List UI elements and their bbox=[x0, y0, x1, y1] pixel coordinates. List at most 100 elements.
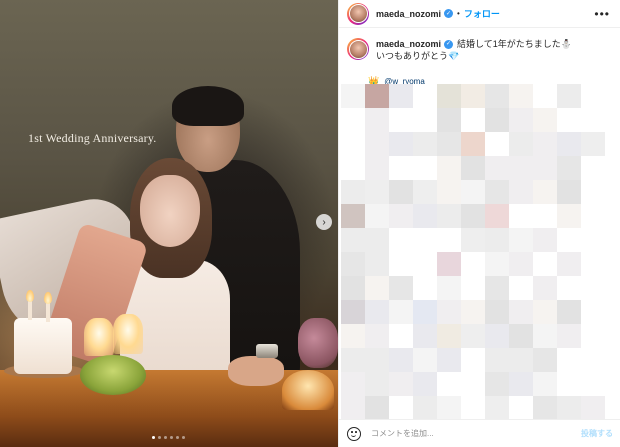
blurred-comment-tile bbox=[461, 300, 485, 324]
blurred-comment-tile bbox=[533, 132, 557, 156]
blurred-comment-tile bbox=[413, 180, 437, 204]
follow-button[interactable]: フォロー bbox=[464, 7, 500, 20]
caption-username[interactable]: maeda_nozomi bbox=[376, 38, 441, 50]
blurred-comment-tile bbox=[533, 300, 557, 324]
blurred-comment-tile bbox=[341, 372, 365, 396]
photo-glass-light bbox=[113, 314, 143, 354]
blurred-comment-tile bbox=[557, 300, 581, 324]
blurred-comment-tile bbox=[533, 396, 557, 420]
photo-greens-bowl bbox=[80, 355, 146, 395]
avatar[interactable] bbox=[347, 38, 369, 60]
blurred-comment-tile bbox=[341, 348, 365, 372]
photo-cake bbox=[14, 318, 72, 374]
blurred-comment-tile bbox=[485, 372, 509, 396]
blurred-comment-tile bbox=[461, 180, 485, 204]
blurred-comment-tile bbox=[461, 156, 485, 180]
chevron-right-icon: › bbox=[322, 216, 326, 228]
blurred-comment-tile bbox=[509, 84, 533, 108]
blurred-comment-tile bbox=[437, 324, 461, 348]
blurred-comment-tile bbox=[461, 228, 485, 252]
blurred-comment-tile bbox=[365, 84, 389, 108]
blurred-comment-tile bbox=[533, 276, 557, 300]
blurred-comment-tile bbox=[413, 300, 437, 324]
blurred-comment-tile bbox=[365, 180, 389, 204]
carousel-dots bbox=[152, 436, 185, 439]
blurred-comment-tile bbox=[485, 228, 509, 252]
blurred-comment-tile bbox=[413, 204, 437, 228]
blurred-comment-tile bbox=[413, 132, 437, 156]
avatar[interactable] bbox=[347, 2, 369, 25]
blurred-comment-tile bbox=[557, 132, 581, 156]
blurred-comment-tile bbox=[557, 396, 581, 420]
blurred-comment-tile bbox=[341, 84, 365, 108]
blurred-comment-tile bbox=[413, 348, 437, 372]
blurred-comment-tile bbox=[509, 156, 533, 180]
blurred-comment-tile bbox=[437, 84, 461, 108]
blurred-comment-tile bbox=[509, 252, 533, 276]
comment-input[interactable] bbox=[371, 429, 581, 438]
blurred-comment-tile bbox=[461, 324, 485, 348]
photo-watch bbox=[256, 344, 278, 358]
carousel-next-button[interactable]: › bbox=[316, 214, 332, 230]
blurred-comment-tile bbox=[509, 132, 533, 156]
blurred-comment-tile bbox=[365, 348, 389, 372]
blurred-comment-tile bbox=[341, 228, 365, 252]
post-comment-button[interactable]: 投稿する bbox=[581, 428, 613, 439]
carousel-dot bbox=[152, 436, 155, 439]
carousel-dot bbox=[170, 436, 173, 439]
blurred-comment-tile bbox=[341, 276, 365, 300]
photo-flowers bbox=[298, 318, 338, 368]
emoji-icon[interactable] bbox=[347, 426, 361, 441]
blurred-comment-tile bbox=[365, 156, 389, 180]
blurred-comment-tile bbox=[485, 156, 509, 180]
blurred-comment-tile bbox=[341, 396, 365, 420]
blurred-comment-tile bbox=[389, 372, 413, 396]
blurred-comment-tile bbox=[389, 132, 413, 156]
blurred-comment-tile bbox=[485, 300, 509, 324]
blurred-comment-tile bbox=[485, 252, 509, 276]
blurred-comment-tile bbox=[437, 180, 461, 204]
blurred-comment-tile bbox=[557, 156, 581, 180]
photo-candle-flame bbox=[44, 292, 52, 304]
blurred-comment-tile bbox=[365, 132, 389, 156]
photo-overlay-text: 1st Wedding Anniversary. bbox=[28, 131, 157, 145]
post-caption: maeda_nozomi ✓ 結婚して1年がたちました ⛄ いつもありがとう 💎 bbox=[339, 28, 620, 62]
blurred-comment-tile bbox=[365, 204, 389, 228]
post-photo[interactable]: 1st Wedding Anniversary. › bbox=[0, 0, 338, 447]
blurred-comment-tile bbox=[365, 396, 389, 420]
blurred-comment-tile bbox=[437, 132, 461, 156]
header-username[interactable]: maeda_nozomi bbox=[376, 9, 441, 19]
blurred-comment-tile bbox=[389, 180, 413, 204]
blurred-comment-tile bbox=[485, 204, 509, 228]
blurred-comment-tile bbox=[557, 180, 581, 204]
blurred-comment-tile bbox=[365, 276, 389, 300]
blurred-comment-tile bbox=[365, 324, 389, 348]
blurred-comment-tile bbox=[365, 108, 389, 132]
blurred-comment-tile bbox=[437, 108, 461, 132]
blurred-comment-tile bbox=[557, 84, 581, 108]
blurred-comment-tile bbox=[485, 108, 509, 132]
blurred-comment-tile bbox=[533, 372, 557, 396]
blurred-comment-tile bbox=[461, 132, 485, 156]
blurred-comment-tile bbox=[509, 324, 533, 348]
blurred-comment-tile bbox=[389, 348, 413, 372]
blurred-comment-tile bbox=[341, 204, 365, 228]
blurred-comment-tile bbox=[437, 156, 461, 180]
blurred-comment-tile bbox=[533, 156, 557, 180]
blurred-comment-tile bbox=[461, 84, 485, 108]
blurred-comment-tile bbox=[365, 300, 389, 324]
blurred-comment-tile bbox=[365, 252, 389, 276]
photo-candle-flame bbox=[26, 290, 34, 302]
photo-glass-light bbox=[84, 318, 114, 356]
blurred-comment-tile bbox=[389, 276, 413, 300]
gem-icon: 💎 bbox=[448, 51, 460, 61]
more-options-icon[interactable]: ••• bbox=[594, 8, 610, 20]
photo-lamp bbox=[282, 370, 334, 410]
caption-text-line1: 結婚して1年がたちました bbox=[457, 39, 561, 49]
blurred-comment-tile bbox=[533, 348, 557, 372]
blurred-comment-tile bbox=[485, 84, 509, 108]
photo-candle bbox=[46, 302, 50, 322]
blurred-comment-tile bbox=[533, 324, 557, 348]
blurred-comment-tile bbox=[485, 396, 509, 420]
blurred-comment-tile bbox=[437, 252, 461, 276]
